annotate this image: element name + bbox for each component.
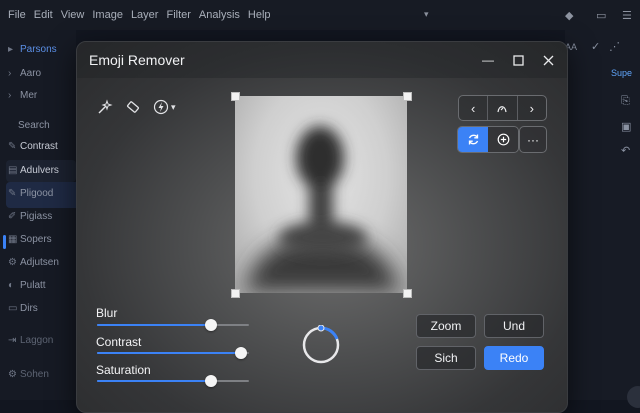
window-icon[interactable]: ▭ xyxy=(596,9,606,22)
blur-slider[interactable] xyxy=(97,319,249,331)
add-button[interactable] xyxy=(488,127,518,152)
menu-analysis[interactable]: Analysis xyxy=(199,9,240,21)
menu-help[interactable]: Help xyxy=(248,9,271,21)
menubar: File Edit View Image Layer Filter Analys… xyxy=(0,0,640,30)
sidebar-item-sopers[interactable]: ▦ Sopers xyxy=(8,234,52,245)
add-circle-icon xyxy=(497,133,509,146)
blur-label: Blur xyxy=(96,306,118,320)
avatar[interactable] xyxy=(627,386,640,408)
sidebar-item-sohen[interactable]: ⚙ Sohen xyxy=(8,369,49,380)
sidebar-item-adjutsen[interactable]: ⚙ Adjutsen xyxy=(8,257,59,268)
more-button[interactable]: ··· xyxy=(519,126,547,153)
sidebar-item-parsons[interactable]: ▸ Parsons xyxy=(8,44,57,55)
chevron-left-icon: ‹ xyxy=(470,100,476,116)
chevron-down-icon: ▾ xyxy=(171,101,176,112)
background-right-panel: AA ✓ ⋰ Supe ⎘ ▣ ↶ xyxy=(565,30,640,408)
link-icon[interactable]: ⎘ xyxy=(621,95,630,108)
brush-icon: ✎ xyxy=(8,141,17,152)
image-canvas[interactable] xyxy=(231,92,412,298)
contrast-label: Contrast xyxy=(96,335,142,349)
navigation-group: ‹ › xyxy=(458,95,547,121)
resize-handle-tr[interactable] xyxy=(403,92,412,101)
menu-edit[interactable]: Edit xyxy=(34,9,53,21)
canvas-image xyxy=(235,96,407,293)
contrast-slider-fill xyxy=(97,352,242,354)
signal-icon[interactable]: ⋰ xyxy=(609,40,620,53)
chevron-right-icon: › xyxy=(529,100,534,116)
calendar-icon[interactable]: ▣ xyxy=(621,120,631,133)
resize-handle-tl[interactable] xyxy=(231,92,240,101)
flash-icon xyxy=(153,99,169,115)
menu-filter[interactable]: Filter xyxy=(166,9,190,21)
undo-icon[interactable]: ↶ xyxy=(621,144,630,157)
sidebar-item-laggon[interactable]: ⇥ Laggon xyxy=(8,335,53,346)
sidebar-item-mer[interactable]: › Mer xyxy=(8,90,37,101)
sidebar-item-dirs[interactable]: ▭ Dirs xyxy=(8,303,38,314)
saturation-slider[interactable] xyxy=(97,375,249,387)
dialog-titlebar[interactable]: Emoji Remover — xyxy=(77,42,567,78)
brush-icon: ✎ xyxy=(8,188,17,199)
contrast-slider-handle[interactable] xyxy=(235,347,248,359)
sparkle-icon[interactable]: ◆ xyxy=(565,9,573,22)
resize-handle-br[interactable] xyxy=(403,289,412,298)
next-button[interactable]: › xyxy=(518,96,546,120)
more-icon: ··· xyxy=(527,132,539,147)
flash-dropdown[interactable]: ▾ xyxy=(153,98,176,116)
saturation-slider-fill xyxy=(97,380,211,382)
menu-view[interactable]: View xyxy=(61,9,85,21)
menu-layer[interactable]: Layer xyxy=(131,9,159,21)
logout-icon: ⇥ xyxy=(8,335,17,346)
sidebar-item-pulatt[interactable]: ◐ Pulatt xyxy=(8,280,46,291)
close-icon[interactable] xyxy=(539,51,557,69)
saturation-label: Saturation xyxy=(96,363,151,377)
redo-button[interactable]: Redo xyxy=(484,346,544,370)
zoom-button[interactable]: Zoom xyxy=(416,314,476,338)
menu-icon[interactable]: ☰ xyxy=(622,9,632,22)
sidebar-item-pligood[interactable]: ✎ Pligood xyxy=(8,188,53,199)
action-group xyxy=(457,126,519,153)
emoji-remover-dialog: Emoji Remover — ▾ ‹ › ··· Blur Contrast … xyxy=(76,41,568,413)
undo-button[interactable]: Und xyxy=(484,314,544,338)
sidebar-item-contrast[interactable]: ✎ Contrast xyxy=(8,141,58,152)
sidebar-item-adulvers[interactable]: ▤ Adulvers xyxy=(8,165,59,176)
layers-icon: ▤ xyxy=(8,165,18,176)
dialog-title: Emoji Remover xyxy=(89,52,185,68)
sidebar-section-search: Search xyxy=(18,120,50,131)
settings-icon: ⚙ xyxy=(8,369,17,380)
folder-icon: ▭ xyxy=(8,303,18,314)
eraser-icon[interactable] xyxy=(125,98,141,116)
grid-icon: ▦ xyxy=(8,234,18,245)
contrast-slider[interactable] xyxy=(97,347,249,359)
blurred-portrait-image xyxy=(245,126,400,293)
resize-handle-bl[interactable] xyxy=(231,289,240,298)
chevron-right-icon: › xyxy=(8,68,12,79)
sidebar-item-aaro[interactable]: › Aaro xyxy=(8,68,41,79)
loading-spinner xyxy=(301,324,341,365)
background-sidebar: ▸ Parsons › Aaro › Mer Search ✎ Contrast ▤ Ad… xyxy=(0,30,156,400)
sidebar-item-pigiass[interactable]: ✐ Pigiass xyxy=(8,211,52,222)
minimize-icon[interactable]: — xyxy=(479,51,497,69)
menu-image[interactable]: Image xyxy=(92,9,123,21)
magic-wand-icon[interactable] xyxy=(97,98,113,116)
saturation-slider-handle[interactable] xyxy=(205,375,217,387)
pen-icon: ✐ xyxy=(8,211,17,222)
chevron-down-icon: ▸ xyxy=(8,44,14,55)
curve-button[interactable] xyxy=(488,96,518,120)
sidebar-active-indicator xyxy=(3,235,6,249)
check-icon[interactable]: ✓ xyxy=(591,40,600,53)
blur-slider-fill xyxy=(97,324,211,326)
previous-button[interactable]: ‹ xyxy=(459,96,489,120)
refresh-icon xyxy=(468,134,478,145)
chevron-right-icon: › xyxy=(8,90,12,101)
maximize-icon[interactable] xyxy=(509,51,527,69)
save-button[interactable]: Sich xyxy=(416,346,476,370)
menu-file[interactable]: File xyxy=(8,9,26,21)
tab-supe[interactable]: Supe xyxy=(611,68,632,78)
curve-icon xyxy=(497,106,508,113)
palette-icon: ◐ xyxy=(8,280,15,291)
sliders-icon: ⚙ xyxy=(8,257,17,268)
blur-slider-handle[interactable] xyxy=(205,319,217,331)
chevron-down-icon[interactable]: ▾ xyxy=(424,9,429,20)
refresh-button[interactable] xyxy=(458,127,488,152)
